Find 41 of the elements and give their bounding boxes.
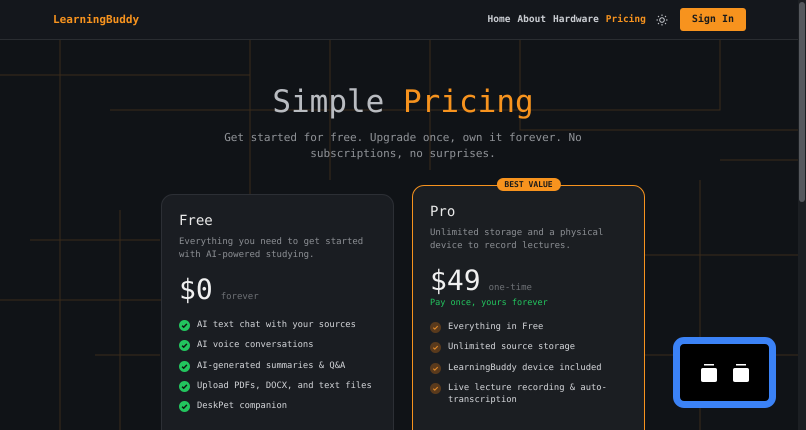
plan-description: Everything you need to get started with AI-powered studying. [179, 236, 364, 262]
robot-face-widget[interactable] [673, 337, 776, 408]
check-icon [430, 322, 441, 333]
feature-text: Unlimited source storage [448, 341, 576, 354]
feature-text: Upload PDFs, DOCX, and text files [197, 380, 372, 392]
feature-text: AI text chat with your sources [197, 318, 356, 332]
price-period: one-time [488, 282, 532, 293]
feature-text: DeskPet companion [197, 400, 288, 412]
plan-price: $0 [179, 272, 213, 306]
feature-text: AI-generated summaries & Q&A [197, 360, 346, 372]
sign-in-button[interactable]: Sign In [680, 8, 746, 31]
scrollbar-thumb[interactable] [799, 2, 805, 202]
plan-price: $49 [430, 264, 481, 297]
plan-description: Unlimited storage and a physical device to record lectures. [430, 226, 604, 254]
nav-link[interactable]: Pricing [606, 14, 646, 25]
check-icon [179, 360, 190, 372]
price-period: forever [220, 292, 259, 302]
feature-text: AI voice conversations [197, 339, 314, 352]
feature-text: LearningBuddy device included [448, 362, 602, 374]
check-icon [430, 382, 441, 394]
page-subtitle: Get started for free. Upgrade once, own it forever. No subscriptions, no surprises. [223, 130, 583, 162]
feature-text: Everything in Free [448, 320, 544, 334]
check-icon [179, 401, 190, 412]
robot-eye-icon [700, 364, 716, 382]
nav-link[interactable]: About [517, 14, 546, 25]
price-note: Pay once, yours forever [430, 298, 549, 308]
sun-icon[interactable] [656, 14, 668, 26]
brand-logo[interactable]: LearningBuddy [53, 13, 140, 26]
nav-link[interactable]: Hardware [553, 14, 599, 25]
check-icon [430, 362, 441, 374]
feature-text: Live lecture recording & auto-transcription [448, 382, 608, 406]
check-icon [179, 340, 190, 352]
page-title: Simple Pricing [272, 84, 534, 120]
best-value-badge: BEST VALUE [496, 178, 561, 191]
plan-name: Free [179, 212, 214, 229]
robot-eye-icon [732, 364, 748, 382]
check-icon [430, 342, 441, 354]
check-icon [179, 380, 190, 392]
check-icon [179, 320, 190, 331]
plan-name: Pro [430, 204, 456, 220]
nav-link[interactable]: Home [488, 14, 510, 25]
